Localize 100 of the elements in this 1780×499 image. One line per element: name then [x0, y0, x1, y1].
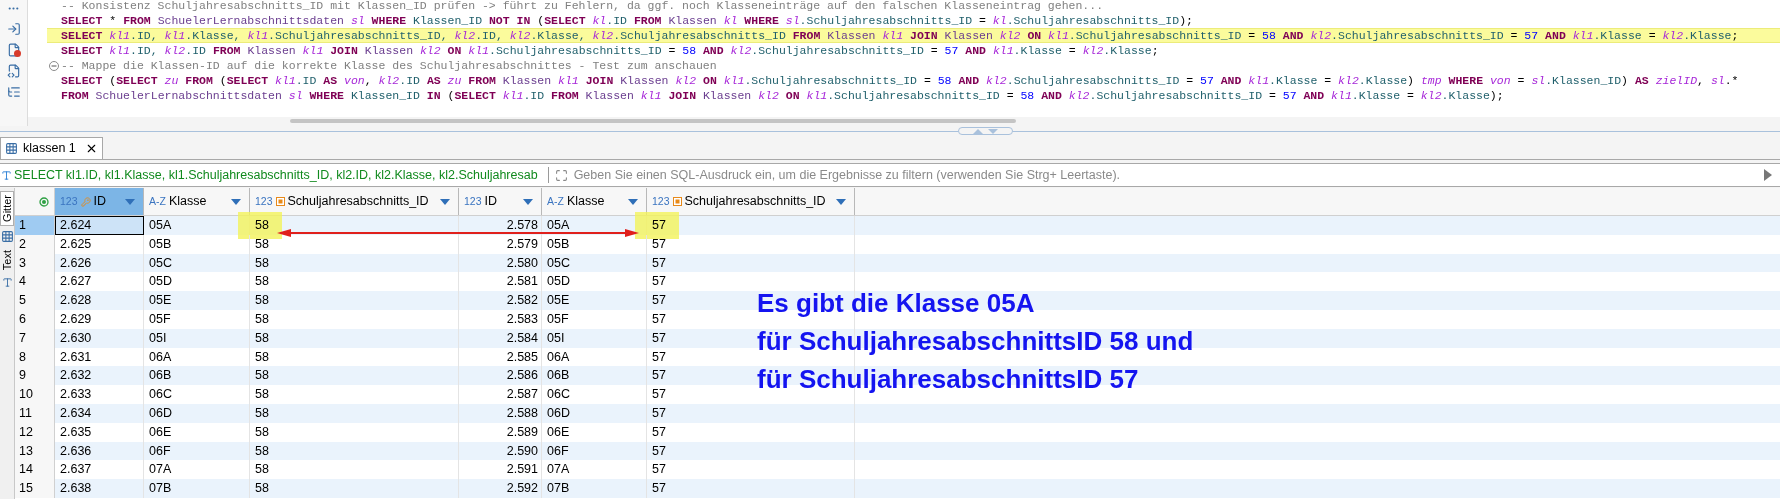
row-number[interactable]: 10: [15, 385, 55, 404]
table-cell-text: 05D: [547, 273, 570, 291]
table-cell-text: 58: [255, 292, 269, 310]
table-cell-text: 57: [652, 235, 666, 253]
column-header[interactable]: 123 ID: [459, 188, 542, 215]
table-cell-text: 07B: [149, 480, 172, 498]
table-cell-text: 06F: [149, 442, 171, 460]
table-icon: [5, 142, 18, 155]
table-cell-text: 2.636: [60, 442, 92, 460]
grid-view-icon[interactable]: [0, 229, 14, 243]
table-cell-text: 07B: [547, 480, 570, 498]
status-ring-icon: [39, 196, 49, 207]
table-cell-text: 05I: [547, 329, 565, 347]
view-tab[interactable]: Text: [0, 246, 14, 274]
table-cell-text: 2.579: [506, 235, 538, 253]
reference-icon: [672, 197, 682, 206]
row-number[interactable]: 4: [15, 272, 55, 292]
expand-icon[interactable]: [554, 168, 568, 182]
table-cell-text: 05D: [149, 273, 172, 291]
table-cell-text: 2.629: [60, 311, 92, 328]
code-line: SELECT * FROM SchuelerLernabschnittsdaten sl WHERE Klassen_ID NOT IN (SELECT kl.ID FROM Klassen kl WHERE sl.Schuljahresabschnitts_ID = kl.Schuljahresabschnitts_ID);: [61, 13, 1193, 28]
table-cell-text: 07A: [149, 461, 172, 479]
table-cell-text: 2.588: [506, 405, 538, 422]
table-cell-text: 05B: [149, 235, 172, 253]
table-cell-text: 58: [255, 367, 269, 385]
dropdown-caret-icon[interactable]: [836, 198, 846, 205]
dropdown-caret-icon[interactable]: [125, 198, 135, 205]
table-cell-text: 57: [652, 386, 666, 404]
row-number[interactable]: 9: [15, 366, 55, 386]
table-cell-text: 2.592: [506, 480, 538, 498]
arrow-into-box-icon[interactable]: [6, 22, 21, 36]
table-cell-text: 05B: [547, 235, 570, 253]
list-tree-icon[interactable]: [6, 85, 21, 99]
code-line: -- Mappe die Klassen-ID auf die korrekte Klasse des Schuljahresabschnittes - Test zum anschauen: [61, 58, 717, 73]
table-cell-text: 2.626: [60, 254, 92, 272]
play-triangle-icon[interactable]: [1764, 169, 1772, 181]
annotation-text: für SchuljahresabschnittsID 58 und: [757, 325, 1194, 358]
table-cell-text: 05F: [547, 311, 569, 328]
dropdown-caret-icon[interactable]: [440, 198, 450, 205]
row-number[interactable]: 1: [15, 216, 55, 235]
text-view-icon[interactable]: [1, 277, 13, 289]
table-cell-text: 2.637: [60, 461, 92, 479]
table-cell-text: 05I: [149, 329, 167, 347]
table-cell-text: 06C: [149, 386, 172, 404]
table-cell-text: 05F: [149, 311, 171, 328]
scrollbar[interactable]: [290, 119, 1016, 123]
table-cell-text: 58: [255, 461, 269, 479]
table-cell-text: 58: [255, 442, 269, 460]
file-code-icon[interactable]: [6, 64, 21, 78]
table-cell-text: 2.627: [60, 273, 92, 291]
table-cell-text: 06B: [547, 367, 570, 385]
table-cell-text: 58: [255, 405, 269, 422]
table-cell-text: 06E: [149, 423, 172, 441]
row-number[interactable]: 15: [15, 479, 55, 498]
table-cell-text: 05E: [547, 292, 570, 310]
table-cell-text: 2.583: [506, 311, 538, 328]
table-cell-text: 2.634: [60, 405, 92, 422]
fold-toggle-icon[interactable]: [49, 60, 59, 71]
table-cell-text: 58: [255, 217, 269, 234]
dropdown-caret-icon[interactable]: [628, 198, 638, 205]
result-tab[interactable]: klassen 1: [0, 137, 103, 159]
table-cell-text: 2.625: [60, 235, 92, 253]
dropdown-caret-icon[interactable]: [523, 198, 533, 205]
table-cell-text: 05E: [149, 292, 172, 310]
dropdown-caret-icon[interactable]: [231, 198, 241, 205]
table-cell-text: 06D: [547, 405, 570, 422]
table-cell-text: 05A: [547, 217, 570, 234]
table-cell-text: 06D: [149, 405, 172, 422]
table-cell-text: 06A: [547, 348, 570, 366]
table-cell-text: 06A: [149, 348, 172, 366]
table-cell-text: 57: [652, 254, 666, 272]
view-tab[interactable]: Gitter: [0, 191, 14, 226]
table-cell-text: 57: [652, 442, 666, 460]
run-filter-button[interactable]: [1760, 163, 1780, 187]
row-number[interactable]: 5: [15, 291, 55, 310]
query-label[interactable]: SELECT kl1.ID, kl1.Klasse, kl1.Schuljahresabschnitts_ID, kl2.ID, kl2.Klasse, kl2.Schuljahresab: [14, 163, 542, 187]
row-number[interactable]: 14: [15, 460, 55, 480]
table-cell-text: 2.589: [506, 423, 538, 441]
code-line: SELECT kl1.ID, kl2.ID FROM Klassen kl1 JOIN Klassen kl2 ON kl1.Schuljahresabschnitts_ID = 58 AND kl2.Schuljahresabschnitts_ID = 57 AND kl1.Klasse = kl2.Klasse;: [61, 43, 1159, 58]
key-icon: [80, 196, 91, 207]
table-cell-text: 2.586: [506, 367, 538, 385]
table-cell-text: 58: [255, 254, 269, 272]
table-cell-text: 2.578: [506, 217, 538, 234]
table-cell-text: 2.590: [506, 442, 538, 460]
table-cell-text: 58: [255, 273, 269, 291]
code-line: SELECT (SELECT zu FROM (SELECT kl1.ID AS von, kl2.ID AS zu FROM Klassen kl1 JOIN Klassen kl2 ON kl1.Schuljahresabschnitts_ID = 58 AND kl2.Schuljahresabschnitts_ID = 57 AND kl1.Klasse = kl2.Klasse) tmp WHERE von = sl.Klassen_ID) AS zielID, sl.*: [61, 73, 1739, 88]
code-line: -- Konsistenz Schuljahresabschnitts_ID mit Klassen_ID prüfen -> führt zu Fehlern, da ggf. noch Klasseneinträge auf den falschen Klasseneintrag gehen...: [61, 0, 1104, 13]
table-cell-text: 58: [255, 480, 269, 498]
table-cell-text: 2.587: [506, 386, 538, 404]
table-cell-text: 2.632: [60, 367, 92, 385]
table-cell-text: 2.628: [60, 292, 92, 310]
filter-field[interactable]: Geben Sie einen SQL-Ausdruck ein, um die Ergebnisse zu filtern (verwenden Sie Strg+ Leertaste).: [573, 163, 1760, 187]
table-cell-text: 57: [652, 311, 666, 328]
code-line: FROM SchuelerLernabschnittsdaten sl WHERE Klassen_ID IN (SELECT kl1.ID FROM Klassen kl1 JOIN Klassen kl2 ON kl1.Schuljahresabschnitts_ID = 58 AND kl2.Schuljahresabschnitts_ID = 57 AND kl1.Klasse = kl2.Klasse);: [61, 88, 1504, 103]
column-header[interactable]: 123 ID: [55, 188, 144, 215]
table-cell-text: 57: [652, 405, 666, 422]
table-cell-text: 06C: [547, 386, 570, 404]
file-warning-icon[interactable]: [6, 43, 21, 57]
table-cell-text: 58: [255, 329, 269, 347]
table-cell-text: 58: [255, 311, 269, 328]
